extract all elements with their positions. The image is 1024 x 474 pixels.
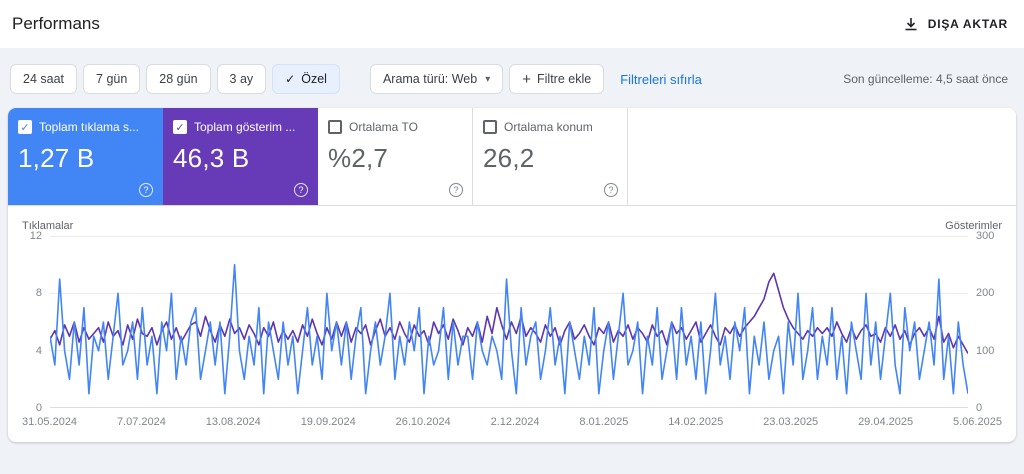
metric-tile-average-position[interactable]: Ortalama konum 26,2 ? <box>473 108 628 205</box>
x-axis-label: 13.08.2024 <box>205 416 261 428</box>
metric-tile-total-impressions[interactable]: ✓ Toplam gösterim ... 46,3 B ? <box>163 108 318 205</box>
axis-tick-label: 8 <box>35 287 42 300</box>
x-axis-label: 31.05.2024 <box>22 416 78 428</box>
search-type-dropdown[interactable]: Arama türü: Web ▾ <box>369 64 504 94</box>
metric-value: 26,2 <box>483 143 535 173</box>
metric-label: Toplam tıklama s... <box>39 120 140 134</box>
x-axis-label: 29.04.2025 <box>858 416 914 428</box>
x-axis-label: 5.06.2025 <box>953 416 1002 428</box>
chevron-down-icon: ▾ <box>485 73 491 85</box>
date-range-chip-7-gun[interactable]: 7 gün <box>83 64 141 94</box>
help-icon[interactable]: ? <box>294 183 308 197</box>
metric-value: 46,3 B <box>173 143 250 173</box>
metric-tile-total-clicks[interactable]: ✓ Toplam tıklama s... 1,27 B ? <box>8 108 163 205</box>
reset-filters-link[interactable]: Filtreleri sıfırla <box>620 72 702 87</box>
x-axis-label: 23.03.2025 <box>763 416 819 428</box>
help-icon[interactable]: ? <box>449 183 463 197</box>
date-range-chip-3-ay[interactable]: 3 ay <box>216 64 267 94</box>
performance-chart <box>50 236 968 408</box>
chart-section: Tıklamalar Gösterimler 0 4 8 12 0 100 200 300 … <box>8 206 1016 442</box>
metric-value: %2,7 <box>328 143 389 173</box>
x-axis-label: 7.07.2024 <box>116 416 166 428</box>
checkbox-checked-icon[interactable]: ✓ <box>173 120 187 134</box>
metric-label: Ortalama konum <box>504 120 593 134</box>
axis-tick-label: 100 <box>976 344 995 357</box>
axis-tick-label: 200 <box>976 287 995 300</box>
help-icon[interactable]: ? <box>604 183 618 197</box>
page-title: Performans <box>12 14 100 33</box>
metric-value: 1,27 B <box>18 143 95 173</box>
checkbox-unchecked-icon[interactable] <box>483 120 497 134</box>
metric-label: Toplam gösterim ... <box>194 120 296 134</box>
right-axis-ticks: 0 100 200 300 <box>968 230 1002 414</box>
x-axis-label: 14.02.2025 <box>668 416 724 428</box>
plus-icon: + <box>522 70 531 88</box>
axis-tick-label: 300 <box>976 230 995 242</box>
metric-label: Ortalama TO <box>349 120 418 134</box>
axis-tick-label: 4 <box>35 344 42 357</box>
x-axis-label: 19.09.2024 <box>300 416 356 428</box>
axis-tick-label: 12 <box>29 230 42 242</box>
chart-svg <box>50 236 968 408</box>
date-range-chip-28-gun[interactable]: 28 gün <box>146 64 211 94</box>
x-axis-label: 8.01.2025 <box>579 416 629 428</box>
checkbox-unchecked-icon[interactable] <box>328 120 342 134</box>
page-header: Performans DIŞA AKTAR <box>0 0 1024 48</box>
export-button[interactable]: DIŞA AKTAR <box>904 17 1008 31</box>
date-range-chip-24-saat[interactable]: 24 saat <box>10 64 78 94</box>
x-axis-label: 26.10.2024 <box>395 416 451 428</box>
check-icon: ✓ <box>285 72 296 86</box>
x-axis-labels: 31.05.2024 7.07.2024 13.08.2024 19.09.2024 2… <box>22 416 1002 432</box>
last-update-text: Son güncelleme: 4,5 saat önce <box>843 72 1008 86</box>
performance-card: ✓ Toplam tıklama s... 1,27 B ? ✓ Toplam … <box>8 108 1016 442</box>
axis-tick-label: 0 <box>976 402 983 414</box>
date-range-chip-ozel[interactable]: ✓ Özel <box>272 64 340 94</box>
add-filter-button[interactable]: + Filtre ekle <box>509 64 605 94</box>
help-icon[interactable]: ? <box>139 183 153 197</box>
toolbar: 24 saat 7 gün 28 gün 3 ay ✓ Özel Arama t… <box>0 48 1024 108</box>
download-icon <box>904 17 918 31</box>
tiles-filler <box>628 108 1016 205</box>
metric-tile-average-ctr[interactable]: Ortalama TO %2,7 ? <box>318 108 473 205</box>
metric-tiles: ✓ Toplam tıklama s... 1,27 B ? ✓ Toplam … <box>8 108 1016 206</box>
x-axis-label: 2.12.2024 <box>490 416 540 428</box>
checkbox-checked-icon[interactable]: ✓ <box>18 120 32 134</box>
axis-tick-label: 0 <box>35 402 42 414</box>
export-label: DIŞA AKTAR <box>927 17 1008 31</box>
left-axis-ticks: 0 4 8 12 <box>22 230 50 414</box>
